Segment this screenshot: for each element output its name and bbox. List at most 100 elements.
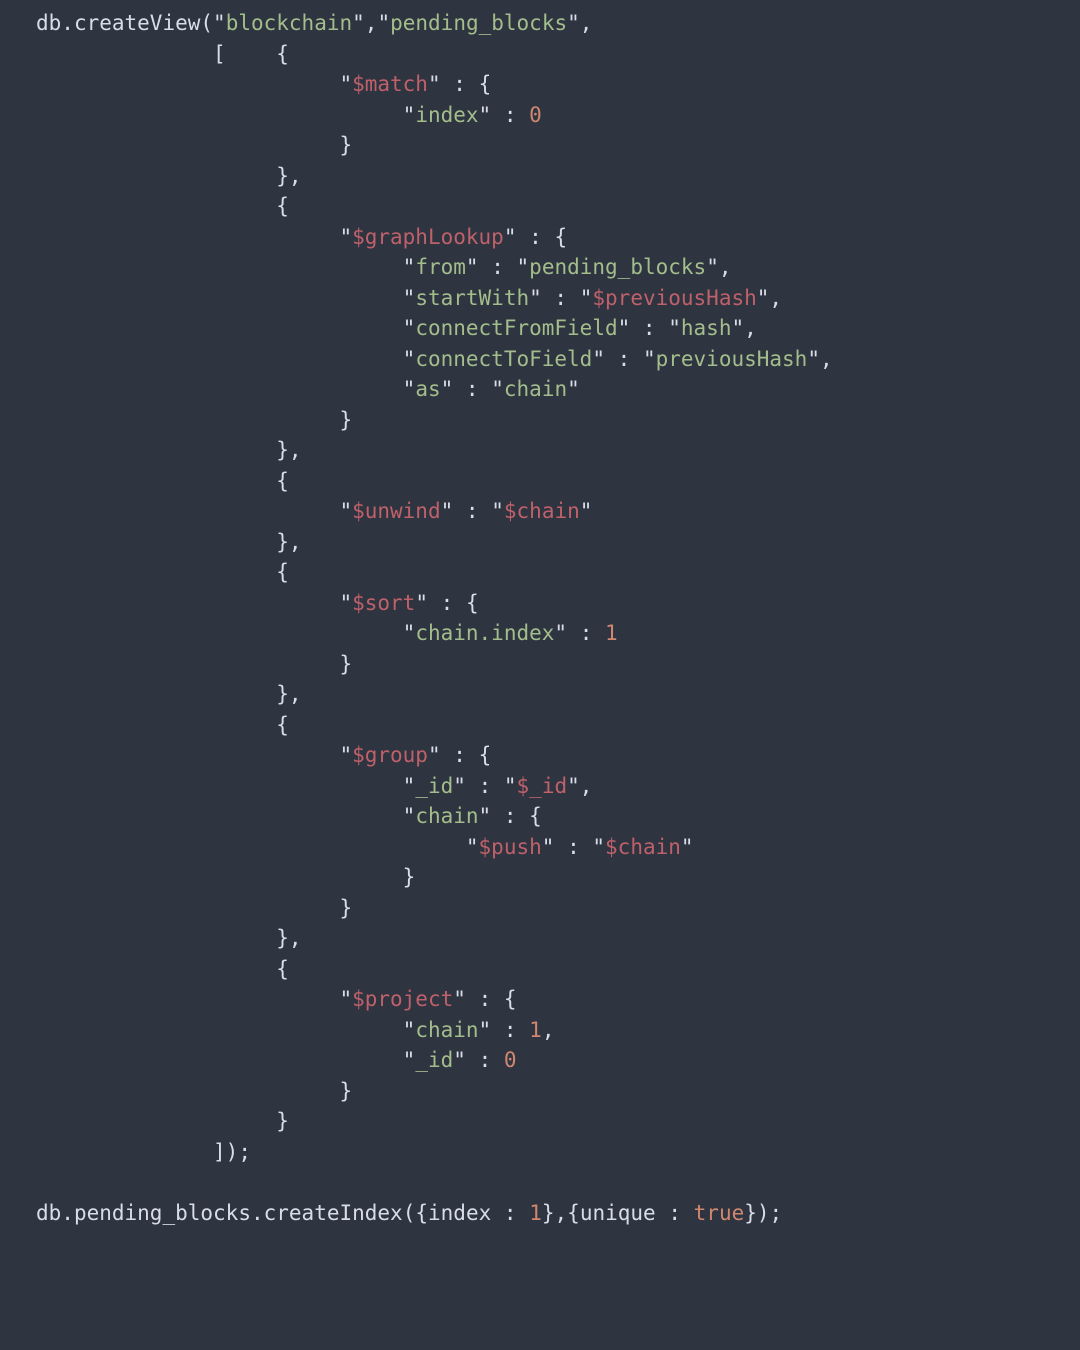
code-token: "	[731, 316, 744, 340]
code-token	[491, 804, 504, 828]
code-token	[36, 682, 276, 706]
code-token: {	[276, 469, 289, 493]
code-token: "	[377, 11, 390, 35]
code-token: "	[453, 1048, 466, 1072]
code-token: "	[466, 835, 479, 859]
code-token	[567, 621, 580, 645]
code-token: index	[428, 1201, 491, 1225]
code-token: {	[529, 804, 542, 828]
code-token: $graphLookup	[352, 225, 504, 249]
code-token	[453, 499, 466, 523]
code-token	[36, 72, 339, 96]
code-token: :	[529, 225, 542, 249]
code-token	[479, 377, 492, 401]
code-token: ,	[580, 11, 593, 35]
code-token: .	[61, 11, 74, 35]
code-token: blockchain	[226, 11, 352, 35]
code-token: "	[441, 499, 454, 523]
code-token: "	[643, 347, 656, 371]
code-token: "	[213, 11, 226, 35]
code-token: connectToField	[415, 347, 592, 371]
code-token: :	[466, 499, 479, 523]
code-token: ,	[289, 164, 302, 188]
code-token	[36, 499, 339, 523]
code-token: ,	[820, 347, 833, 371]
code-token: "	[428, 743, 441, 767]
code-token: "	[706, 255, 719, 279]
code-token	[453, 591, 466, 615]
code-token: {	[276, 194, 289, 218]
code-token: $chain	[504, 499, 580, 523]
code-token	[517, 804, 530, 828]
code-token: :	[668, 1201, 681, 1225]
code-token: :	[504, 1201, 517, 1225]
code-token: }	[276, 438, 289, 462]
code-token: "	[580, 499, 593, 523]
code-token: ]	[213, 1140, 226, 1164]
code-token: }	[744, 1201, 757, 1225]
code-token: :	[504, 1018, 517, 1042]
code-token	[466, 987, 479, 1011]
code-token: 1	[529, 1018, 542, 1042]
code-token: "	[453, 987, 466, 1011]
code-token	[36, 164, 276, 188]
code-token: }	[276, 682, 289, 706]
code-token: "	[567, 11, 580, 35]
code-token	[36, 987, 339, 1011]
code-token: "	[403, 255, 416, 279]
code-token: "	[542, 835, 555, 859]
code-token: {	[479, 743, 492, 767]
code-token: :	[479, 774, 492, 798]
code-token: createView	[74, 11, 200, 35]
code-token: "	[554, 621, 567, 645]
code-token	[630, 316, 643, 340]
code-token: (	[200, 11, 213, 35]
code-token: .	[61, 1201, 74, 1225]
code-token	[36, 530, 276, 554]
code-token	[36, 896, 339, 920]
code-token	[479, 499, 492, 523]
code-token	[567, 286, 580, 310]
code-token: "	[403, 377, 416, 401]
code-token: "	[567, 774, 580, 798]
code-token: "	[339, 987, 352, 1011]
code-token	[517, 1018, 530, 1042]
code-token: chain.index	[415, 621, 554, 645]
code-token: }	[276, 164, 289, 188]
code-token: "	[403, 1048, 416, 1072]
code-token	[491, 1018, 504, 1042]
code-token: "	[403, 774, 416, 798]
code-token: }	[339, 652, 352, 676]
code-token: )	[757, 1201, 770, 1225]
code-token	[36, 42, 213, 66]
code-token	[504, 255, 517, 279]
code-token: "	[466, 255, 479, 279]
code-token	[491, 774, 504, 798]
code-token: "	[567, 377, 580, 401]
code-token: :	[618, 347, 631, 371]
code-token: "	[517, 255, 530, 279]
code-token: }	[339, 408, 352, 432]
code-token	[36, 1109, 276, 1133]
code-token: "	[339, 225, 352, 249]
code-token	[36, 194, 276, 218]
code-token	[479, 255, 492, 279]
code-token: connectFromField	[415, 316, 617, 340]
code-token: "	[403, 347, 416, 371]
code-token: "	[668, 316, 681, 340]
code-token: true	[694, 1201, 745, 1225]
code-token: db	[36, 1201, 61, 1225]
code-token	[542, 225, 555, 249]
code-token: {	[276, 713, 289, 737]
code-token: "	[415, 591, 428, 615]
code-token: ,	[289, 530, 302, 554]
code-token	[36, 865, 403, 889]
code-token: as	[415, 377, 440, 401]
code-token: $chain	[605, 835, 681, 859]
code-token	[36, 591, 339, 615]
code-token	[36, 438, 276, 462]
code-token: :	[504, 103, 517, 127]
code-token: :	[479, 1048, 492, 1072]
code-token: {	[479, 72, 492, 96]
code-token	[605, 347, 618, 371]
